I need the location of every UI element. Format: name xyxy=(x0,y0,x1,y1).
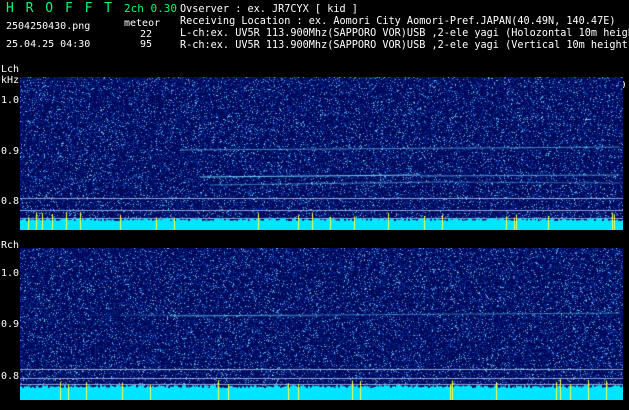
meteor-label: meteor xyxy=(124,18,161,29)
lch-ytick-2: 0.9 xyxy=(1,146,20,157)
rch-spectrogram-canvas xyxy=(20,248,623,400)
rch-ytick-2: 0.9 xyxy=(1,319,20,330)
lch-ytick-3: 0.8 xyxy=(1,196,20,207)
rch-ytick-1: 1.0 xyxy=(1,268,20,279)
rch-label: Rch xyxy=(1,240,20,251)
rch-ytick-3: 0.8 xyxy=(1,371,20,382)
lch-spectrogram-canvas xyxy=(20,77,623,230)
location-line: Receiving Location : ex. Aomori City Aom… xyxy=(180,16,616,27)
rch-meteor-count: 95 xyxy=(140,39,153,50)
lch-spectrogram xyxy=(20,77,623,230)
observer-line: Ovserver : ex. JR7CYX [ kid ] xyxy=(180,4,358,15)
datetime: 25.04.25 04:30 xyxy=(6,39,91,50)
rch-spectrogram xyxy=(20,248,623,400)
lch-label: Lch xyxy=(1,64,20,75)
filename: 2504250430.png xyxy=(6,21,91,32)
app-title: H R O F F T xyxy=(6,1,115,16)
mode-label: 2ch 0.30 xyxy=(124,2,177,15)
rch-line: R-ch:ex. UV5R 113.900Mhz(SAPPORO VOR)USB… xyxy=(180,40,629,51)
lch-line: L-ch:ex. UV5R 113.900Mhz(SAPPORO VOR)USB… xyxy=(180,28,629,39)
lch-unit: kHz xyxy=(1,75,20,86)
lch-ytick-1: 1.0 xyxy=(1,95,20,106)
